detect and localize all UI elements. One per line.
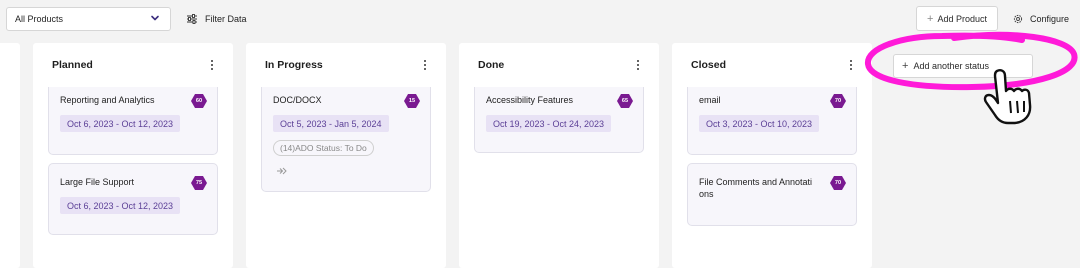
board-view: All Products Filter Data + Add Product C… [0,0,1080,268]
date-range-chip: Oct 3, 2023 - Oct 10, 2023 [699,115,820,132]
date-range-chip: Oct 5, 2023 - Jan 5, 2024 [273,115,389,132]
card-accessibility-features[interactable]: Accessibility Features 65 Oct 19, 2023 -… [474,87,644,153]
add-product-label: Add Product [937,13,987,24]
column-menu-icon[interactable] [848,58,854,72]
card-email[interactable]: email 70 Oct 3, 2023 - Oct 10, 2023 [687,87,857,155]
column-menu-icon[interactable] [635,58,641,72]
card-title: Large File Support [60,177,135,187]
priority-badge: 70 [830,94,846,108]
column-menu-icon[interactable] [209,58,215,72]
date-range-chip: Oct 6, 2023 - Oct 12, 2023 [60,115,181,132]
card-title: Accessibility Features [486,95,574,105]
card-reporting-and-analytics[interactable]: Reporting and Analytics 60 Oct 6, 2023 -… [48,87,218,155]
column-menu-icon[interactable] [422,58,428,72]
link-icon[interactable] [276,167,287,175]
plus-icon: + [927,12,934,25]
card-title: email [699,95,721,105]
card-title-line: ons [699,189,714,199]
filter-data-label: Filter Data [205,14,247,24]
date-range-chip: Oct 6, 2023 - Oct 12, 2023 [60,197,181,214]
card-doc-docx[interactable]: DOC/DOCX 15 Oct 5, 2023 - Jan 5, 2024 (1… [261,87,431,192]
column-planned: Planned Reporting and Analytics 60 Oct 6… [33,43,233,268]
card-title: Reporting and Analytics [60,95,155,105]
column-in-progress: In Progress DOC/DOCX 15 Oct 5, 2023 - Ja… [246,43,446,268]
priority-badge: 65 [617,94,633,108]
ado-status-chip[interactable]: (14)ADO Status: To Do [273,140,374,156]
card-large-file-support[interactable]: Large File Support 75 Oct 6, 2023 - Oct … [48,163,218,235]
column-done: Done Accessibility Features 65 Oct 19, 2… [459,43,659,268]
configure-button[interactable]: Configure [1012,11,1069,27]
column-closed: Closed email 70 Oct 3, 2023 - Oct 10, 20… [672,43,872,268]
plus-icon: + [902,60,909,72]
add-another-status-label: Add another status [913,61,989,71]
priority-badge: 15 [404,94,420,108]
priority-badge: 70 [830,176,846,190]
sliders-icon [187,14,197,24]
card-title: File Comments and Annotati ons [699,176,812,200]
product-select[interactable]: All Products [6,7,171,31]
priority-badge: 60 [191,94,207,108]
column-title: In Progress [265,59,323,71]
card-title: DOC/DOCX [273,95,322,105]
add-product-button[interactable]: + Add Product [916,6,998,31]
previous-column-edge [0,43,20,268]
date-range-chip: Oct 19, 2023 - Oct 24, 2023 [486,115,612,132]
add-another-status-button[interactable]: + Add another status [893,54,1033,78]
column-title: Planned [52,59,93,71]
card-file-comments-and-annotations[interactable]: File Comments and Annotati ons 70 [687,163,857,226]
product-select-value: All Products [15,14,64,24]
column-title: Done [478,59,505,71]
column-title: Closed [691,59,727,71]
card-title-line: File Comments and Annotati [699,177,813,187]
gear-icon [1013,14,1023,24]
filter-data-button[interactable]: Filter Data [186,11,247,27]
configure-label: Configure [1030,14,1070,24]
chevron-down-icon [151,15,159,21]
priority-badge: 75 [191,176,207,190]
